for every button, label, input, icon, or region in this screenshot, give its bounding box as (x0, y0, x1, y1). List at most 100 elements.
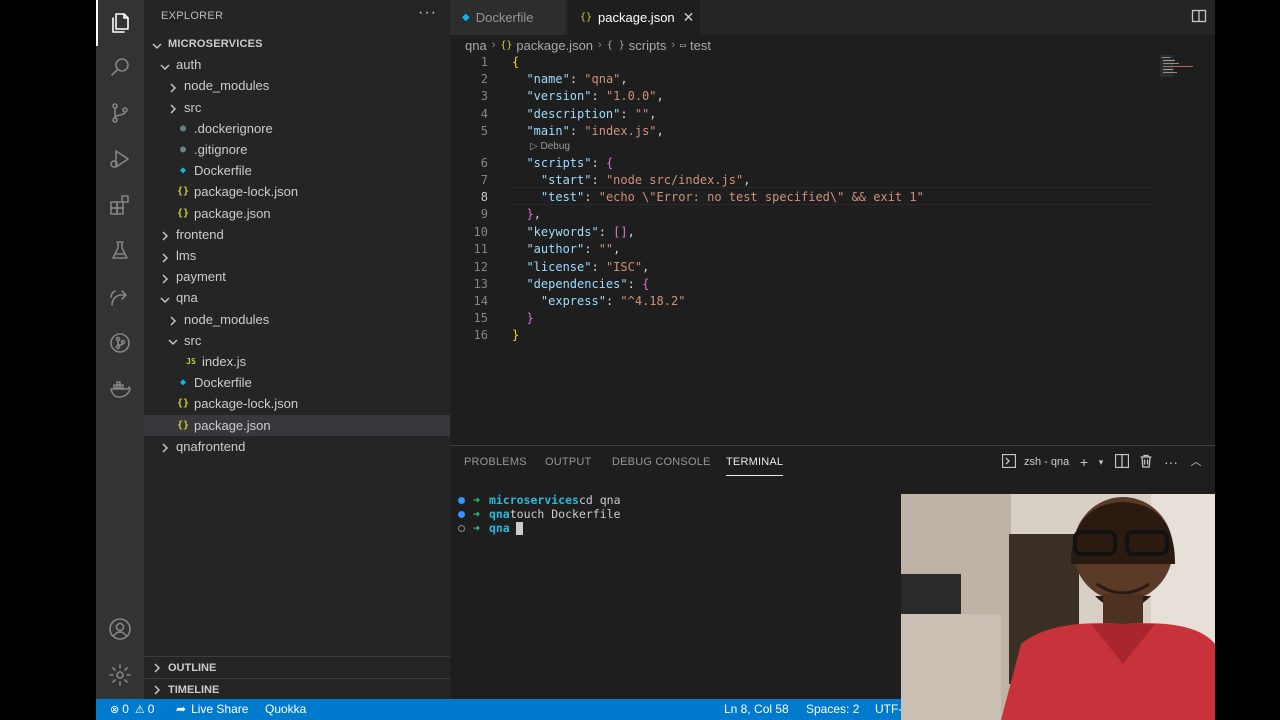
split-terminal-icon[interactable] (1114, 453, 1130, 470)
folder-item[interactable]: node_modules (144, 309, 450, 330)
file-item[interactable]: {} package-lock.json (144, 393, 450, 414)
workspace-root[interactable]: MICROSERVICES (144, 33, 450, 54)
tree-item-label: Dockerfile (194, 163, 252, 179)
live-share-icon[interactable] (96, 274, 144, 320)
breadcrumb-separator: › (671, 39, 676, 51)
encoding-status[interactable]: UTF- (875, 702, 902, 716)
chevron-right-icon (152, 684, 162, 695)
docker-file-icon: ◆ (179, 165, 187, 177)
minimap[interactable] (1160, 55, 1205, 77)
breadcrumb-key-scripts[interactable]: scripts (629, 38, 667, 53)
tree-item-label: .gitignore (194, 142, 248, 157)
warning-count: 0 (147, 702, 155, 716)
breadcrumb-key-test[interactable]: test (690, 38, 711, 53)
breadcrumb-separator: › (491, 39, 496, 51)
tab-dockerfile[interactable]: ◆ Dockerfile (450, 0, 566, 35)
tree-item-label: .dockerignore (194, 120, 273, 136)
folder-item[interactable]: auth (144, 54, 450, 75)
tree-item-label: package-lock.json (194, 184, 299, 200)
file-item[interactable]: {} package-lock.json (144, 181, 450, 202)
indentation-status[interactable]: Spaces: 2 (806, 702, 859, 716)
chevron-right-icon (160, 272, 170, 284)
warning-icon: ⚠ (134, 703, 145, 716)
code-line-1: { (512, 55, 520, 69)
file-item[interactable]: {} package.json (144, 203, 450, 224)
terminal-prompt[interactable]: ➜ qna (458, 521, 523, 535)
docker-icon[interactable] (96, 366, 144, 412)
line-number: 5 (480, 124, 488, 138)
file-item[interactable]: ◆ Dockerfile (144, 372, 450, 393)
source-control-icon[interactable] (96, 90, 144, 136)
folder-item[interactable]: qna (144, 287, 450, 308)
tree-item-label: auth (176, 57, 202, 73)
quokka-status[interactable]: Quokka (265, 702, 306, 716)
terminal-shell-icon (1001, 453, 1017, 470)
code-line-13: "dependencies": { (526, 277, 650, 291)
folder-item[interactable]: src (144, 97, 450, 118)
cursor-position[interactable]: Ln 8, Col 58 (724, 702, 789, 716)
line-number: 7 (480, 173, 488, 187)
account-icon[interactable] (96, 606, 144, 652)
ignore-file-icon: ● (179, 144, 187, 155)
file-item[interactable]: ● .gitignore (144, 139, 450, 160)
line-number: 8 (480, 190, 488, 204)
line-number: 14 (473, 294, 488, 308)
folder-item[interactable]: node_modules (144, 75, 450, 96)
string-key-icon: ▭ (680, 39, 687, 51)
more-actions-icon[interactable]: ··· (1163, 454, 1179, 470)
terminal-name[interactable]: zsh - qna (1024, 456, 1069, 468)
tree-item-label: frontend (176, 226, 224, 242)
chevron-right-icon (168, 314, 178, 326)
terminal-line: ➜ microservices cd qna (458, 493, 621, 507)
close-tab-icon[interactable]: ✕ (683, 9, 695, 26)
folder-item[interactable]: qnafrontend (144, 436, 450, 457)
outline-section[interactable]: OUTLINE (144, 656, 450, 678)
problems-status[interactable]: ⊗ 0 ⚠ 0 (110, 702, 154, 716)
tab-terminal[interactable]: TERMINAL (726, 456, 784, 476)
chevron-right-icon (168, 81, 178, 93)
terminal-cursor (515, 521, 523, 535)
split-editor-icon[interactable] (1191, 8, 1209, 26)
docker-file-icon: ◆ (179, 377, 187, 389)
code-line-3: "version": "1.0.0", (526, 89, 664, 103)
code-line-9: }, (526, 207, 541, 221)
breadcrumb-folder[interactable]: qna (465, 38, 487, 53)
more-actions-icon[interactable]: ··· (418, 4, 437, 22)
search-icon[interactable] (96, 44, 144, 90)
file-item[interactable]: ◆ Dockerfile (144, 160, 450, 181)
code-line-15: } (526, 311, 534, 325)
explorer-icon[interactable] (96, 0, 144, 46)
run-debug-icon[interactable] (96, 136, 144, 182)
file-item[interactable]: ● .dockerignore (144, 118, 450, 139)
chevron-up-icon[interactable]: ︿ (1188, 454, 1204, 470)
tab-output[interactable]: OUTPUT (545, 456, 591, 468)
breadcrumb-file[interactable]: package.json (516, 38, 593, 53)
chevron-down-icon (152, 39, 162, 49)
tree-item-label: package-lock.json (194, 396, 299, 412)
chevron-down-icon (160, 60, 170, 70)
tree-item-label: Dockerfile (194, 375, 252, 391)
new-terminal-icon[interactable]: + (1076, 454, 1092, 470)
line-number: 2 (480, 72, 488, 86)
folder-item[interactable]: src (144, 330, 450, 351)
debug-codelens[interactable]: ▷ Debug (530, 141, 570, 152)
tab-problems[interactable]: PROBLEMS (464, 456, 527, 468)
manage-gear-icon[interactable] (96, 652, 144, 698)
code-editor[interactable]: 1 2 3 4 5 6 7 8 9 10 11 12 13 14 15 16 ▷ Debug { "name"… (450, 55, 1215, 445)
tab-debug-console[interactable]: DEBUG CONSOLE (612, 456, 711, 468)
chevron-down-icon (160, 293, 170, 303)
trash-icon[interactable] (1138, 454, 1154, 470)
tab-package-json[interactable]: {} package.json ✕ (568, 0, 700, 35)
folder-item[interactable]: lms (144, 245, 450, 266)
extensions-icon[interactable] (96, 182, 144, 228)
file-item[interactable]: JS index.js (144, 351, 450, 372)
live-share-status[interactable]: ➦ Live Share (176, 702, 248, 716)
line-number: 4 (480, 107, 488, 121)
testing-icon[interactable] (96, 228, 144, 274)
timeline-section[interactable]: TIMELINE (144, 678, 450, 700)
folder-item[interactable]: payment (144, 266, 450, 287)
chevron-down-icon[interactable]: ▾ (1093, 454, 1109, 470)
git-graph-icon[interactable] (96, 320, 144, 366)
folder-item[interactable]: frontend (144, 224, 450, 245)
file-item[interactable]: {} package.json (144, 414, 450, 436)
